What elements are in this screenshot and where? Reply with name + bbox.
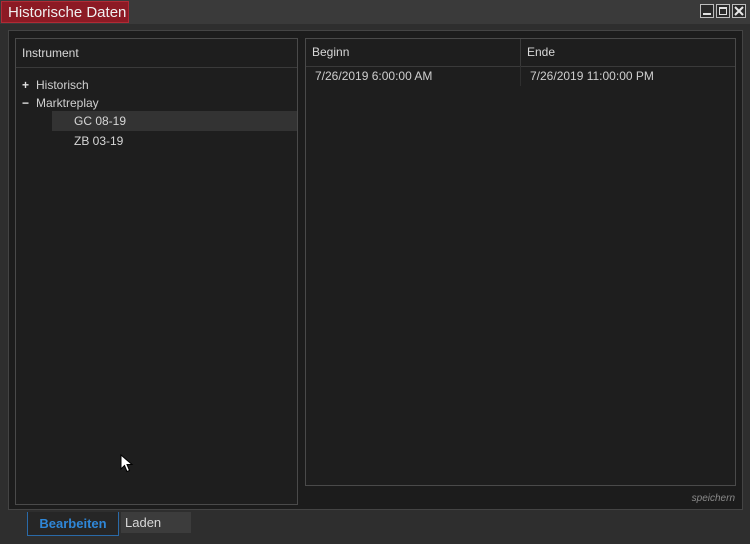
title-bar: Historische Daten	[0, 0, 750, 24]
cell-beginn: 7/26/2019 6:00:00 AM	[315, 69, 433, 83]
column-header-beginn[interactable]: Beginn	[306, 39, 520, 66]
instrument-header: Instrument	[16, 39, 297, 68]
tree-leaf-zb-03-19[interactable]: ZB 03-19	[52, 131, 297, 151]
tree-leaf-gc-08-19[interactable]: GC 08-19	[52, 111, 297, 131]
close-icon[interactable]	[732, 4, 746, 18]
column-header-ende[interactable]: Ende	[521, 39, 735, 66]
cell-ende: 7/26/2019 11:00:00 PM	[530, 69, 654, 83]
tree-leaf-label: ZB 03-19	[74, 134, 124, 148]
collapse-icon[interactable]: −	[22, 93, 30, 113]
grid-header: Beginn Ende	[306, 39, 735, 67]
expand-icon[interactable]: +	[22, 75, 30, 95]
tree-leaf-label: GC 08-19	[74, 114, 127, 128]
tree-node-label: Marktreplay	[36, 96, 99, 110]
table-row[interactable]: 7/26/2019 6:00:00 AM 7/26/2019 11:00:00 …	[306, 66, 735, 86]
tab-bearbeiten[interactable]: Bearbeiten	[27, 512, 119, 536]
tab-laden[interactable]: Laden	[121, 512, 191, 533]
mouse-cursor-icon	[120, 453, 134, 479]
data-grid-panel: Beginn Ende 7/26/2019 6:00:00 AM 7/26/20…	[305, 38, 736, 486]
instrument-panel: Instrument + Historisch − Marktreplay GC…	[15, 38, 298, 505]
tree-node-label: Historisch	[36, 78, 89, 92]
minimize-icon[interactable]	[700, 4, 714, 18]
maximize-icon[interactable]	[716, 4, 730, 18]
cell-divider	[520, 66, 521, 86]
tree-node-marktreplay[interactable]: − Marktreplay	[16, 93, 297, 113]
window-title-tab[interactable]: Historische Daten	[1, 1, 129, 23]
tree-node-historisch[interactable]: + Historisch	[16, 75, 297, 95]
save-link[interactable]: speichern	[692, 493, 735, 504]
window-controls	[700, 4, 746, 18]
window-title: Historische Daten	[8, 4, 127, 21]
